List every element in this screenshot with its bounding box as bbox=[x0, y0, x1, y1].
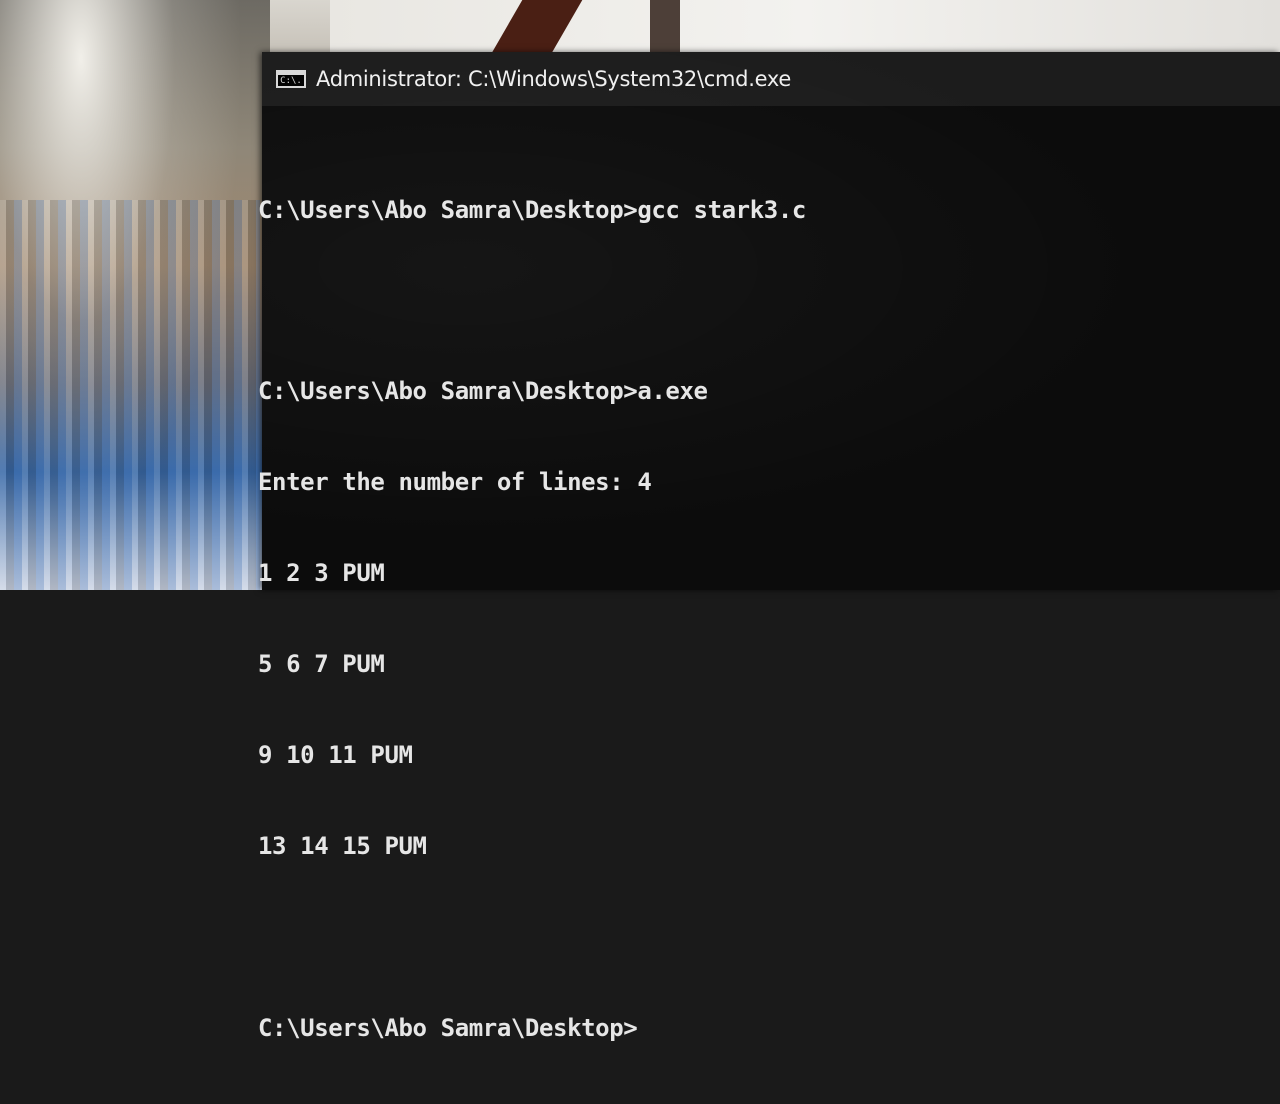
console-line: 9 10 11 PUM bbox=[258, 740, 413, 769]
background-photo-streaks bbox=[0, 200, 260, 590]
background-wall bbox=[330, 0, 1280, 60]
console-line: 1 2 3 PUM bbox=[258, 559, 385, 588]
console-output[interactable]: C:\Users\Abo Samra\Desktop>gcc stark3.c … bbox=[258, 106, 1280, 1104]
console-prompt[interactable]: C:\Users\Abo Samra\Desktop> bbox=[258, 1013, 1280, 1043]
background-object-2 bbox=[650, 0, 680, 60]
cmd-icon[interactable]: C:\. bbox=[276, 70, 306, 88]
window-titlebar[interactable]: C:\. Administrator: C:\Windows\System32\… bbox=[262, 52, 1280, 106]
console-line: 5 6 7 PUM bbox=[258, 650, 385, 679]
console-line: C:\Users\Abo Samra\Desktop>a.exe bbox=[258, 377, 708, 406]
cmd-window[interactable]: C:\. Administrator: C:\Windows\System32\… bbox=[258, 52, 1280, 1042]
cmd-icon-label: C:\. bbox=[280, 75, 302, 86]
window-title: Administrator: C:\Windows\System32\cmd.e… bbox=[316, 67, 791, 91]
console-line: C:\Users\Abo Samra\Desktop>gcc stark3.c bbox=[258, 195, 806, 224]
console-line: Enter the number of lines: 4 bbox=[258, 468, 652, 497]
console-line: 13 14 15 PUM bbox=[258, 831, 427, 860]
